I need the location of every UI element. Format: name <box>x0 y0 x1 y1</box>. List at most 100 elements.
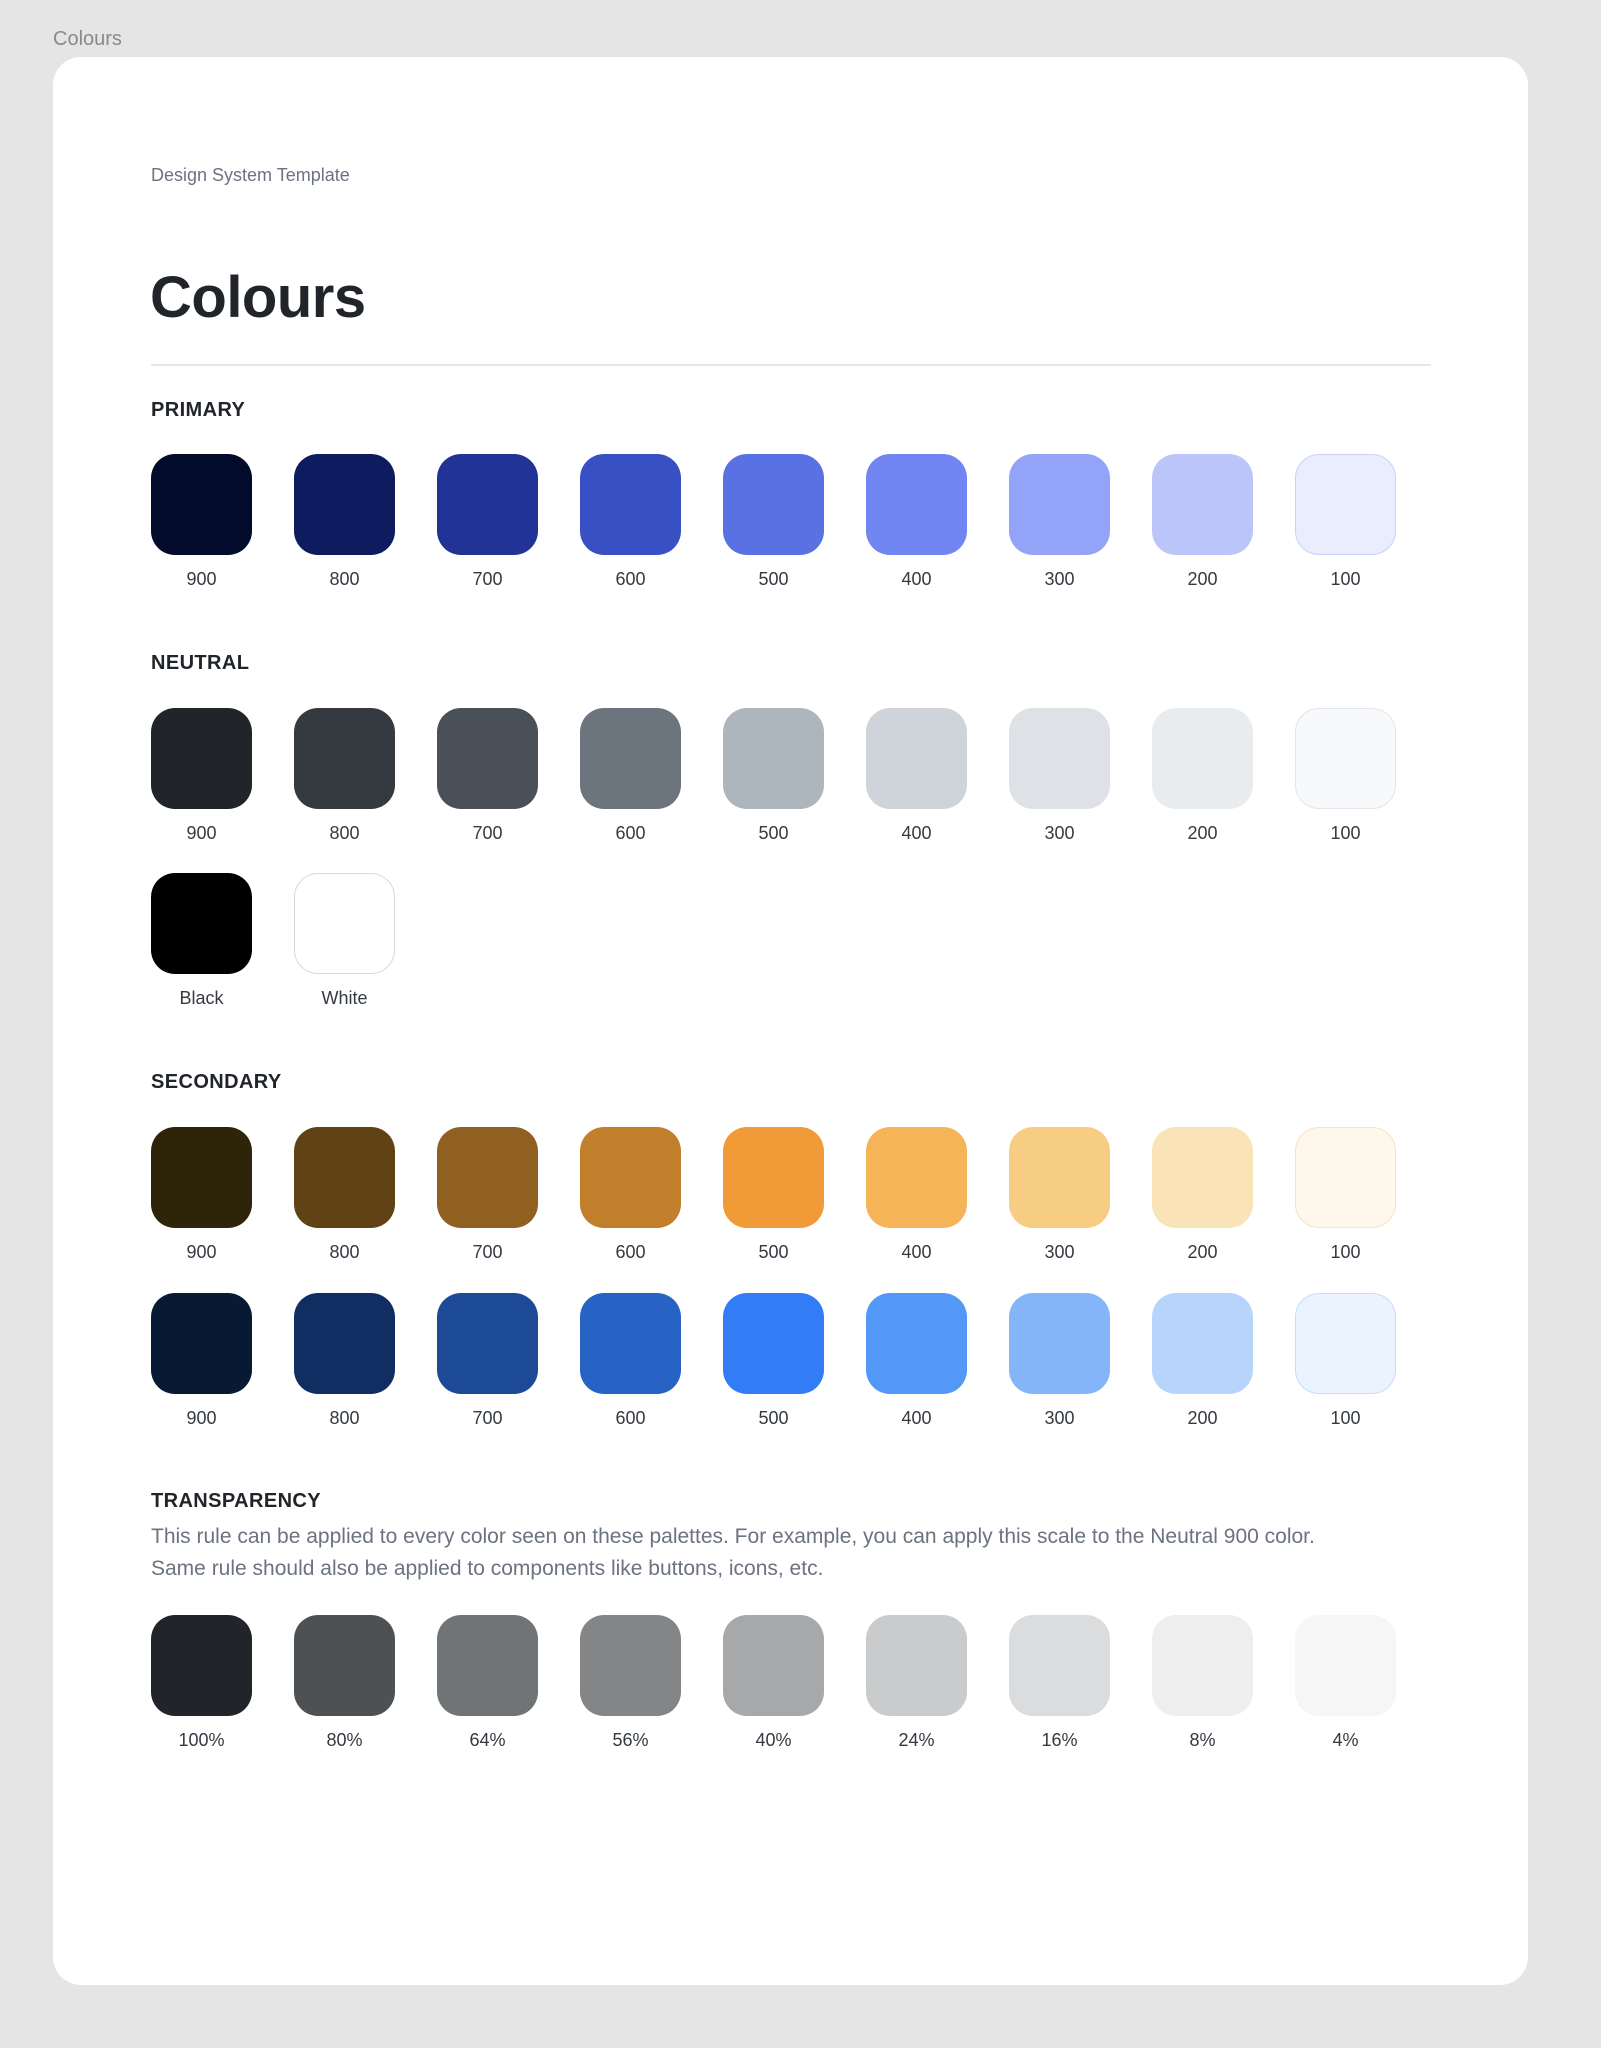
swatch-secondary-100[interactable] <box>1295 1127 1396 1228</box>
color-swatch-item[interactable]: 700 <box>437 454 538 590</box>
swatch-secondary-800[interactable] <box>294 1293 395 1394</box>
color-swatch-item[interactable]: 900 <box>151 1293 252 1429</box>
swatch-secondary-700[interactable] <box>437 1127 538 1228</box>
swatch-neutral-900[interactable] <box>151 708 252 809</box>
color-swatch-item[interactable]: 40% <box>723 1615 824 1751</box>
color-swatch-item[interactable]: 400 <box>866 454 967 590</box>
swatch-primary-300[interactable] <box>1009 454 1110 555</box>
swatch-label: 700 <box>472 1408 503 1428</box>
swatch-secondary-700[interactable] <box>437 1293 538 1394</box>
color-swatch-item[interactable]: 100 <box>1295 1127 1396 1263</box>
swatch-primary-700[interactable] <box>437 454 538 555</box>
swatch-primary-200[interactable] <box>1152 454 1253 555</box>
swatch-primary-400[interactable] <box>866 454 967 555</box>
swatch-secondary-100[interactable] <box>1295 1293 1396 1394</box>
swatch-neutral-200[interactable] <box>1152 708 1253 809</box>
color-swatch-item[interactable]: 800 <box>294 454 395 590</box>
color-swatch-item[interactable]: 400 <box>866 1293 967 1429</box>
color-swatch-item[interactable]: White <box>294 873 395 1009</box>
color-swatch-item[interactable]: 56% <box>580 1615 681 1751</box>
swatch-primary-100[interactable] <box>1295 454 1396 555</box>
color-swatch-item[interactable]: 800 <box>294 708 395 844</box>
swatch-secondary-200[interactable] <box>1152 1127 1253 1228</box>
swatch-secondary-500[interactable] <box>723 1293 824 1394</box>
swatch-secondary-200[interactable] <box>1152 1293 1253 1394</box>
color-swatch-item[interactable]: 500 <box>723 454 824 590</box>
color-swatch-item[interactable]: 700 <box>437 708 538 844</box>
color-swatch-item[interactable]: 64% <box>437 1615 538 1751</box>
swatch-transparency-80pct[interactable] <box>294 1615 395 1716</box>
swatch-neutral-300[interactable] <box>1009 708 1110 809</box>
color-swatch-item[interactable]: 500 <box>723 1127 824 1263</box>
color-swatch-item[interactable]: 900 <box>151 708 252 844</box>
color-swatch-item[interactable]: 600 <box>580 454 681 590</box>
swatch-neutral-500[interactable] <box>723 708 824 809</box>
swatch-secondary-400[interactable] <box>866 1293 967 1394</box>
color-swatch-item[interactable]: 200 <box>1152 1127 1253 1263</box>
color-swatch-item[interactable]: 500 <box>723 708 824 844</box>
swatch-secondary-400[interactable] <box>866 1127 967 1228</box>
color-swatch-item[interactable]: 300 <box>1009 1293 1110 1429</box>
color-swatch-item[interactable]: 600 <box>580 1293 681 1429</box>
swatch-transparency-100pct[interactable] <box>151 1615 252 1716</box>
color-swatch-item[interactable]: 500 <box>723 1293 824 1429</box>
color-swatch-item[interactable]: 4% <box>1295 1615 1396 1751</box>
color-swatch-item[interactable]: 600 <box>580 708 681 844</box>
color-swatch-item[interactable]: 700 <box>437 1127 538 1263</box>
color-swatch-item[interactable]: 600 <box>580 1127 681 1263</box>
color-swatch-item[interactable]: 200 <box>1152 454 1253 590</box>
color-swatch-item[interactable]: 400 <box>866 1127 967 1263</box>
swatch-transparency-56pct[interactable] <box>580 1615 681 1716</box>
color-swatch-item[interactable]: 700 <box>437 1293 538 1429</box>
swatch-secondary-600[interactable] <box>580 1293 681 1394</box>
swatch-secondary-900[interactable] <box>151 1293 252 1394</box>
color-swatch-item[interactable]: 80% <box>294 1615 395 1751</box>
swatch-label: 200 <box>1187 1408 1218 1428</box>
swatch-transparency-4pct[interactable] <box>1295 1615 1396 1716</box>
color-swatch-item[interactable]: 300 <box>1009 454 1110 590</box>
swatch-primary-900[interactable] <box>151 454 252 555</box>
swatch-primary-800[interactable] <box>294 454 395 555</box>
swatch-label: 400 <box>901 569 932 589</box>
color-swatch-item[interactable]: 400 <box>866 708 967 844</box>
swatch-secondary-800[interactable] <box>294 1127 395 1228</box>
swatch-neutral-600[interactable] <box>580 708 681 809</box>
color-swatch-item[interactable]: 300 <box>1009 1127 1110 1263</box>
swatch-transparency-16pct[interactable] <box>1009 1615 1110 1716</box>
color-swatch-item[interactable]: 100% <box>151 1615 252 1751</box>
swatch-label: 300 <box>1044 569 1075 589</box>
swatch-neutral-700[interactable] <box>437 708 538 809</box>
swatch-neutral-white[interactable] <box>294 873 395 974</box>
color-swatch-item[interactable]: Black <box>151 873 252 1009</box>
color-swatch-item[interactable]: 100 <box>1295 1293 1396 1429</box>
color-swatch-item[interactable]: 300 <box>1009 708 1110 844</box>
color-swatch-item[interactable]: 16% <box>1009 1615 1110 1751</box>
color-swatch-item[interactable]: 24% <box>866 1615 967 1751</box>
swatch-secondary-300[interactable] <box>1009 1293 1110 1394</box>
color-swatch-item[interactable]: 200 <box>1152 1293 1253 1429</box>
swatch-label: 600 <box>615 569 646 589</box>
swatch-primary-500[interactable] <box>723 454 824 555</box>
swatch-neutral-100[interactable] <box>1295 708 1396 809</box>
swatch-label: 100% <box>178 1730 225 1750</box>
color-swatch-item[interactable]: 100 <box>1295 454 1396 590</box>
color-swatch-item[interactable]: 8% <box>1152 1615 1253 1751</box>
swatch-primary-600[interactable] <box>580 454 681 555</box>
color-swatch-item[interactable]: 200 <box>1152 708 1253 844</box>
swatch-secondary-300[interactable] <box>1009 1127 1110 1228</box>
swatch-neutral-black[interactable] <box>151 873 252 974</box>
swatch-transparency-24pct[interactable] <box>866 1615 967 1716</box>
swatch-transparency-8pct[interactable] <box>1152 1615 1253 1716</box>
swatch-transparency-64pct[interactable] <box>437 1615 538 1716</box>
swatch-neutral-800[interactable] <box>294 708 395 809</box>
swatch-secondary-600[interactable] <box>580 1127 681 1228</box>
color-swatch-item[interactable]: 100 <box>1295 708 1396 844</box>
swatch-secondary-900[interactable] <box>151 1127 252 1228</box>
swatch-transparency-40pct[interactable] <box>723 1615 824 1716</box>
swatch-neutral-400[interactable] <box>866 708 967 809</box>
color-swatch-item[interactable]: 900 <box>151 1127 252 1263</box>
color-swatch-item[interactable]: 900 <box>151 454 252 590</box>
color-swatch-item[interactable]: 800 <box>294 1127 395 1263</box>
color-swatch-item[interactable]: 800 <box>294 1293 395 1429</box>
swatch-secondary-500[interactable] <box>723 1127 824 1228</box>
